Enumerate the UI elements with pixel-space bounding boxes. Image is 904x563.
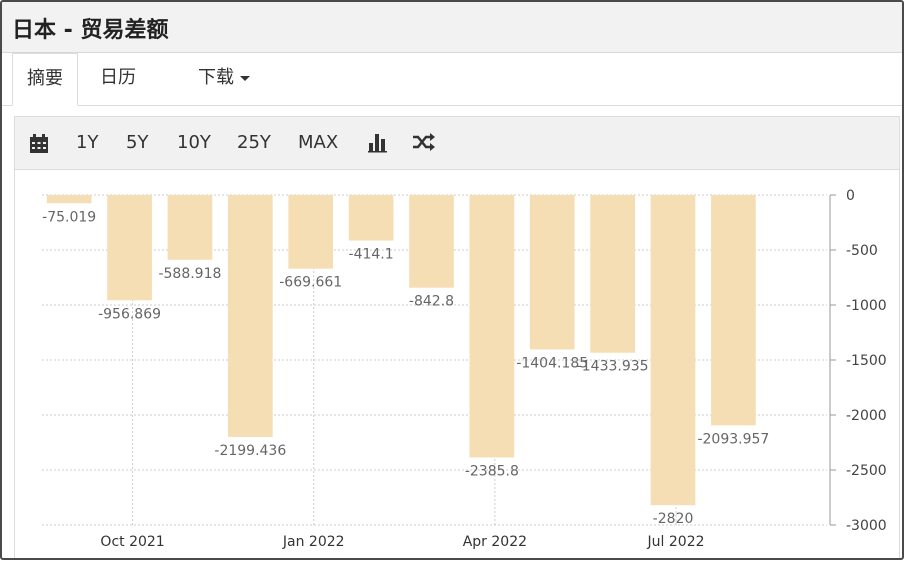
range-10y-button[interactable]: 10Y [177,129,211,157]
range-max-button[interactable]: MAX [298,129,338,157]
caret-down-icon [240,75,250,81]
bar-value-label: -2385.8 [465,463,519,479]
chart-toolbar: 1Y 5Y 10Y 25Y MAX [14,116,900,170]
range-1y-button[interactable]: 1Y [76,129,98,157]
bar[interactable] [590,195,635,353]
widget-frame: 日本 - 贸易差额 摘要 日历 下载 1Y 5Y 10Y 25Y MAX -75… [0,0,904,560]
calendar-icon[interactable] [29,129,49,157]
y-tick-label: -500 [846,243,878,259]
bar-chart: -75.019 -956.869 -588.918 -2199.436 -669.661… [42,188,887,550]
y-tick-label: -1000 [846,298,887,314]
bar-value-label: -414.1 [349,247,394,263]
bar-value-label: -2820 [653,511,694,527]
y-tick-label: -3000 [846,518,887,534]
tab-download-label: 下载 [198,67,234,88]
bar[interactable] [529,195,575,350]
x-tick-label: Jan 2022 [282,534,345,550]
bar-value-label: -2093.957 [697,431,769,447]
range-5y-button[interactable]: 5Y [126,129,148,157]
page-title: 日本 - 贸易差额 [12,18,169,43]
bar[interactable] [46,195,92,204]
bar-value-label: -669.661 [279,275,342,291]
tab-bar: 摘要 日历 下载 [2,53,902,106]
bar-value-label: -75.019 [42,209,96,225]
bar-value-label: -588.918 [158,266,221,282]
bar[interactable] [409,195,454,288]
bar[interactable] [348,195,394,241]
tab-download[interactable]: 下载 [198,53,250,105]
bar-chart-icon[interactable] [368,129,388,157]
y-tick-label: -2000 [846,408,887,424]
chart-area: -75.019 -956.869 -588.918 -2199.436 -669.661… [14,170,900,558]
tab-summary[interactable]: 摘要 [12,53,78,106]
bar[interactable] [711,195,756,426]
bar[interactable] [107,195,152,301]
bar[interactable] [650,195,696,506]
bar-value-label: -842.8 [409,294,454,310]
bar-value-label: -1433.935 [577,359,649,375]
bar[interactable] [227,195,273,437]
bar[interactable] [167,195,213,260]
y-tick-label: -2500 [846,463,887,479]
x-tick-label: Oct 2021 [100,534,164,550]
y-tick-label: -1500 [846,353,887,369]
y-tick-label: 0 [846,188,855,204]
title-bar: 日本 - 贸易差额 [2,2,902,53]
x-tick-label: Jul 2022 [647,534,705,550]
bar[interactable] [288,195,334,269]
x-tick-label: Apr 2022 [463,534,527,550]
bar-value-label: -2199.436 [214,443,286,459]
tab-calendar[interactable]: 日历 [100,53,136,105]
bar[interactable] [469,195,515,458]
shuffle-icon[interactable] [412,129,436,157]
range-25y-button[interactable]: 25Y [237,129,271,157]
bar-value-label: -956.869 [98,306,161,322]
